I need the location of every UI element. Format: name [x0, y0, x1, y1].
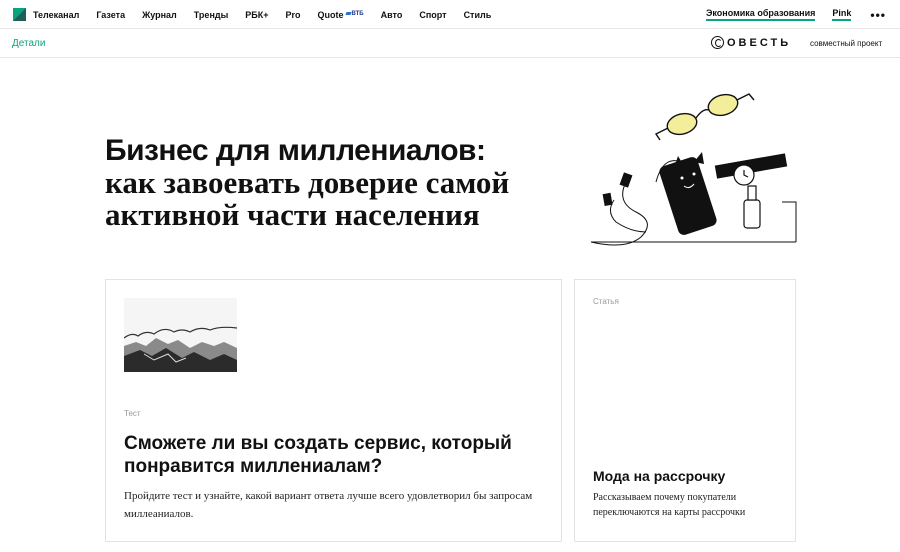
sunglasses-icon: [654, 93, 755, 141]
article-card[interactable]: Статья Мода на рассрочку Рассказываем по…: [574, 279, 796, 542]
title-line-3: активной части населения: [105, 197, 480, 232]
joint-project-label: совместный проект: [810, 39, 883, 48]
card-tag: Статья: [593, 297, 619, 306]
nav-item-gazeta[interactable]: Газета: [96, 10, 125, 20]
article-card-title[interactable]: Мода на рассрочку: [593, 467, 783, 485]
nav-item-trendy[interactable]: Тренды: [194, 10, 229, 20]
sovest-logo[interactable]: ОВЕСТЬ: [711, 36, 791, 49]
smartwatch-icon: [714, 153, 788, 186]
rbc-logo-icon[interactable]: [13, 8, 26, 21]
card-tag: Тест: [124, 409, 141, 418]
test-card-title[interactable]: Сможете ли вы создать сервис, который по…: [124, 432, 554, 478]
article-card-description: Рассказываем почему покупатели переключа…: [593, 492, 746, 518]
nav-item-telekanal[interactable]: Телеканал: [33, 10, 79, 20]
pink-link[interactable]: Pink: [832, 8, 852, 21]
vtb-label: ВТБ: [351, 10, 364, 17]
nav-item-rbc-plus[interactable]: РБК+: [245, 10, 268, 20]
vtb-mark-icon: [344, 11, 352, 15]
test-card-description: Пройдите тест и узнайте, какой вариант о…: [124, 490, 533, 520]
nav-item-quote[interactable]: Quote ВТБ: [318, 10, 364, 20]
nav-item-sport[interactable]: Спорт: [419, 10, 446, 20]
test-card[interactable]: Тест Сможете ли вы создать сервис, котор…: [105, 279, 562, 542]
quote-label: Quote: [317, 9, 344, 20]
millennial-items-illustration: [590, 93, 797, 246]
mountains-image: [124, 298, 237, 372]
nav-item-stil[interactable]: Стиль: [464, 10, 492, 20]
sovest-wordmark: ОВЕСТЬ: [727, 36, 792, 49]
nav-right: Экономика образования Pink •••: [706, 0, 900, 29]
vtb-logo: ВТБ: [344, 10, 364, 17]
sovest-c-icon: [711, 36, 724, 49]
phone-cat-icon: [659, 152, 717, 235]
nav-item-avto[interactable]: Авто: [381, 10, 403, 20]
nail-polish-icon: [743, 185, 761, 229]
page-title: Бизнес для миллениалов: как завоевать до…: [105, 135, 575, 231]
details-link[interactable]: Детали: [12, 38, 45, 49]
top-nav: Телеканал Газета Журнал Тренды РБК+ Pro …: [0, 0, 900, 29]
nav-item-zhurnal[interactable]: Журнал: [142, 10, 177, 20]
title-line-2: как завоевать доверие самой: [105, 165, 510, 200]
main-nav: Телеканал Газета Журнал Тренды РБК+ Pro …: [33, 0, 508, 29]
title-bold-line: Бизнес для миллениалов:: [105, 134, 486, 167]
project-bar: Детали ОВЕСТЬ совместный проект: [0, 29, 900, 58]
nav-item-pro[interactable]: Pro: [286, 10, 301, 20]
economy-education-link[interactable]: Экономика образования: [706, 8, 816, 21]
more-menu-icon[interactable]: •••: [870, 8, 886, 22]
